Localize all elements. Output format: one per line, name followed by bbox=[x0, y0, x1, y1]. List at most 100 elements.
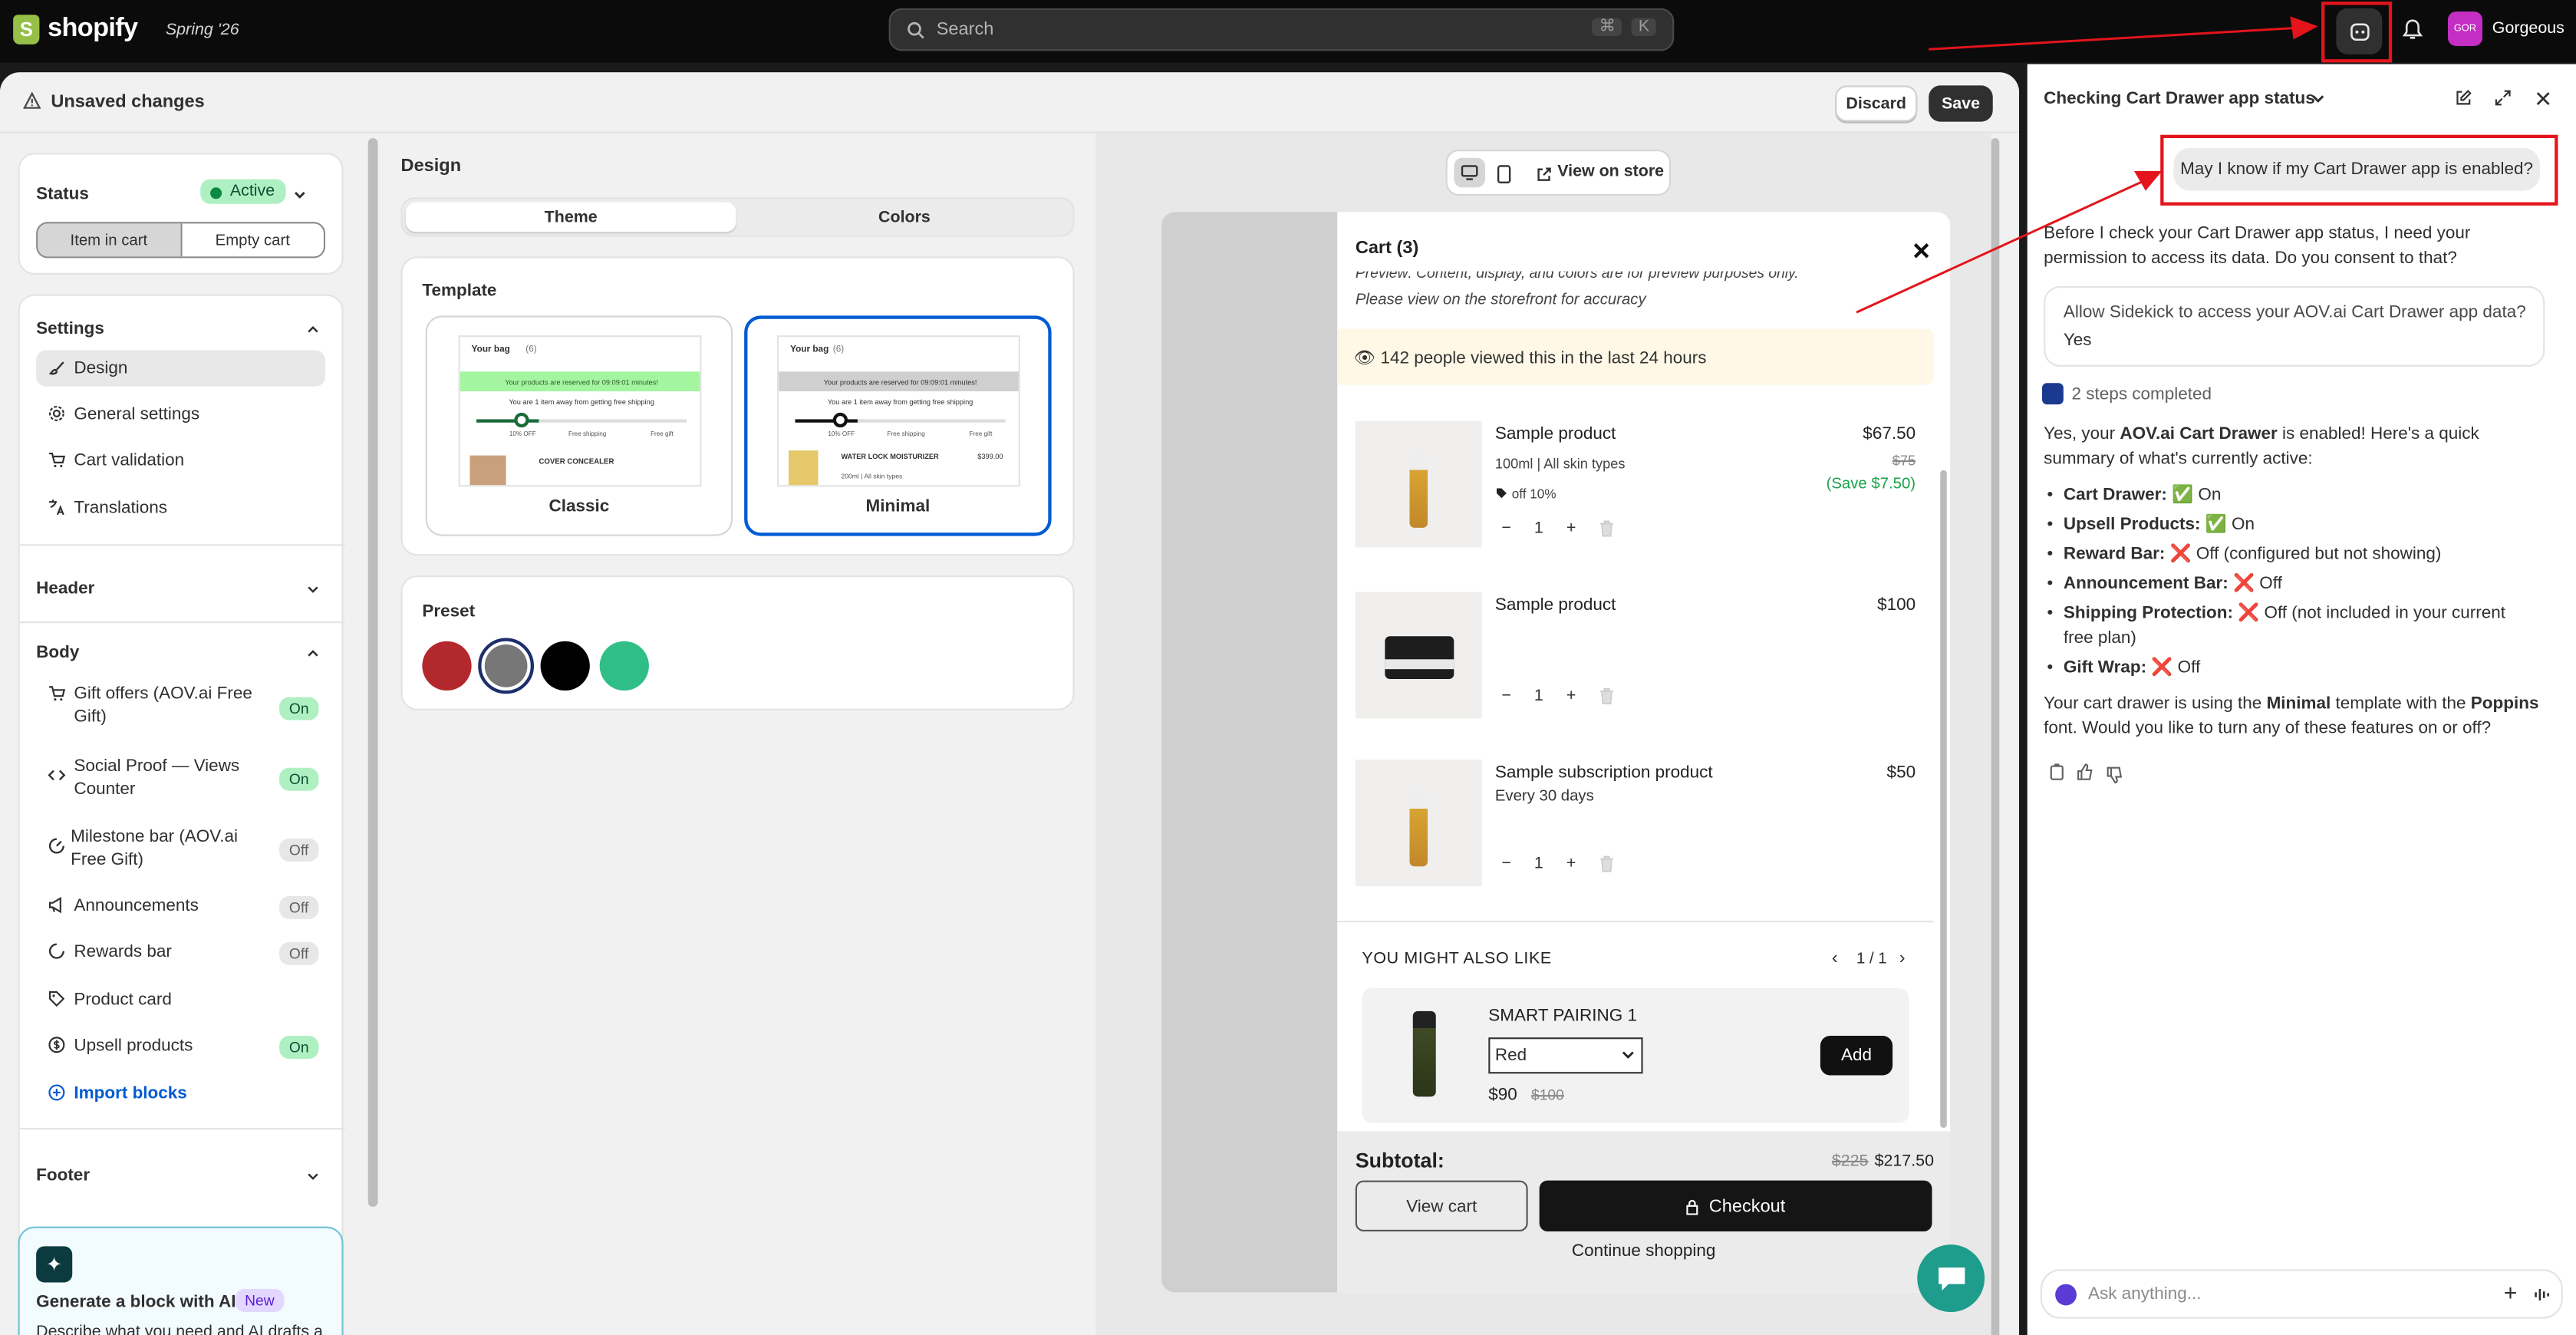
upsell-add-button[interactable]: Add bbox=[1820, 1036, 1893, 1076]
decrease-button[interactable]: − bbox=[1501, 519, 1511, 538]
desktop-view-button[interactable] bbox=[1454, 157, 1486, 188]
thumbs-down-icon[interactable] bbox=[2107, 766, 2125, 785]
body-item-product-card[interactable]: Product card bbox=[74, 990, 171, 1010]
copy-icon[interactable] bbox=[2049, 763, 2065, 781]
increase-button[interactable]: + bbox=[1566, 519, 1576, 538]
trash-icon[interactable] bbox=[1599, 519, 1615, 538]
save-button[interactable]: Save bbox=[1929, 85, 1993, 122]
preset-swatch[interactable] bbox=[422, 641, 472, 691]
store-switcher[interactable]: GOR Gorgeous bbox=[2447, 12, 2564, 47]
chevron-down-icon[interactable] bbox=[305, 582, 320, 597]
body-item-upsell-products[interactable]: Upsell products bbox=[74, 1036, 193, 1056]
left-scrollbar[interactable] bbox=[367, 138, 378, 1207]
thumb-reserved-bar: Your products are reserved for 09:09:01 … bbox=[779, 371, 1019, 392]
decrease-button[interactable]: − bbox=[1501, 855, 1511, 873]
status-card: Status Active Item in cart Empty cart bbox=[18, 153, 344, 275]
shopify-logo[interactable]: shopify Spring '26 bbox=[13, 15, 239, 44]
chevron-up-icon[interactable] bbox=[305, 646, 320, 661]
body-item-gift-offers[interactable]: Gift offers (AOV.ai Free Gift) bbox=[74, 682, 262, 728]
discard-button[interactable]: Discard bbox=[1835, 85, 1918, 122]
preset-swatch[interactable] bbox=[599, 641, 649, 691]
summary-text: Yes, your bbox=[2044, 424, 2120, 444]
settings-item-general[interactable]: General settings bbox=[74, 404, 199, 424]
decrease-button[interactable]: − bbox=[1501, 687, 1511, 706]
bell-icon[interactable] bbox=[2402, 18, 2423, 41]
annotation-box-message bbox=[2160, 134, 2558, 206]
sidekick-title[interactable]: Checking Cart Drawer app status bbox=[2044, 89, 2315, 109]
thumb-bag-count: (6) bbox=[832, 345, 845, 355]
permission-answer: Yes bbox=[2063, 330, 2092, 351]
thumb-product-variant: 200ml | All skin types bbox=[841, 472, 903, 480]
preset-swatch-selected[interactable] bbox=[478, 638, 535, 694]
ask-input[interactable]: Ask anything... + bbox=[2040, 1269, 2563, 1319]
quantity-stepper[interactable]: − 1 + bbox=[1501, 855, 1615, 873]
template-classic[interactable]: Your bag (6) Your products are reserved … bbox=[425, 315, 733, 536]
chevron-down-icon[interactable] bbox=[292, 187, 307, 202]
upsell-next-icon[interactable]: › bbox=[1899, 948, 1906, 968]
upsell-prev-icon[interactable]: ‹ bbox=[1832, 948, 1838, 968]
trash-icon[interactable] bbox=[1599, 855, 1615, 873]
chat-bubble-button[interactable] bbox=[1917, 1244, 1985, 1313]
increase-button[interactable]: + bbox=[1566, 855, 1576, 873]
header-section-title[interactable]: Header bbox=[36, 578, 94, 598]
close-icon[interactable] bbox=[2535, 91, 2551, 107]
closing-paragraph: Your cart drawer is using the Minimal te… bbox=[2044, 692, 2553, 741]
status-bullet: Gift Wrap: ❌ Off bbox=[2047, 656, 2540, 681]
chevron-down-icon[interactable] bbox=[2311, 94, 2324, 105]
body-item-announcements[interactable]: Announcements bbox=[74, 896, 199, 916]
rewards-icon bbox=[48, 943, 64, 959]
sparkle-icon: ✦ bbox=[36, 1246, 73, 1283]
preset-swatch[interactable] bbox=[540, 641, 590, 691]
ai-block-card[interactable]: ✦ Generate a block with AI New Describe … bbox=[18, 1226, 344, 1335]
ask-placeholder: Ask anything... bbox=[2087, 1284, 2202, 1304]
product-image bbox=[1355, 760, 1482, 887]
store-name: Gorgeous bbox=[2492, 19, 2564, 38]
toggle-empty-cart[interactable]: Empty cart bbox=[181, 223, 324, 257]
quantity-stepper[interactable]: − 1 + bbox=[1501, 519, 1615, 538]
trash-icon[interactable] bbox=[1599, 687, 1615, 706]
increase-button[interactable]: + bbox=[1566, 687, 1576, 706]
discount-tag-icon bbox=[1496, 488, 1507, 499]
thumb-bag-title: Your bag bbox=[790, 345, 829, 355]
chevron-down-icon[interactable] bbox=[305, 1169, 320, 1184]
body-item-milestone-bar[interactable]: Milestone bar (AOV.ai Free Gift) bbox=[71, 826, 268, 872]
mobile-icon[interactable] bbox=[1497, 164, 1511, 184]
minimal-thumbnail: Your bag (6) Your products are reserved … bbox=[776, 335, 1020, 487]
thumbs-up-icon[interactable] bbox=[2077, 763, 2095, 781]
body-item-rewards-bar[interactable]: Rewards bar bbox=[74, 942, 171, 962]
thumb-progress bbox=[476, 419, 687, 423]
cart-item-compare-price: $75 bbox=[1892, 452, 1916, 469]
thumb-step: Free gift bbox=[969, 430, 993, 438]
new-chat-icon[interactable] bbox=[2455, 89, 2473, 107]
cart-scrollbar[interactable] bbox=[1940, 470, 1947, 1129]
voice-icon[interactable] bbox=[2533, 1286, 2551, 1304]
close-cart-icon[interactable] bbox=[1912, 242, 1931, 260]
continue-shopping-link[interactable]: Continue shopping bbox=[1337, 1241, 1950, 1261]
view-cart-button[interactable]: View cart bbox=[1355, 1180, 1528, 1232]
checkout-button[interactable]: Checkout bbox=[1539, 1180, 1932, 1232]
settings-item-cart-validation[interactable]: Cart validation bbox=[74, 450, 184, 470]
body-item-social-proof[interactable]: Social Proof — Views Counter bbox=[74, 755, 262, 801]
import-blocks-link[interactable]: Import blocks bbox=[74, 1083, 186, 1103]
settings-item-translations[interactable]: Translations bbox=[74, 498, 167, 518]
steps-completed[interactable]: 2 steps completed bbox=[2072, 384, 2212, 404]
chevron-up-icon[interactable] bbox=[305, 322, 320, 337]
upsell-card: SMART PAIRING 1 Red $90 $100 Add bbox=[1362, 987, 1909, 1123]
view-on-store-link[interactable]: View on store bbox=[1557, 163, 1664, 181]
template-minimal[interactable]: Your bag (6) Your products are reserved … bbox=[744, 315, 1052, 536]
tab-theme[interactable]: Theme bbox=[405, 202, 736, 232]
quantity-stepper[interactable]: − 1 + bbox=[1501, 687, 1615, 706]
cart-state-toggle: Item in cart Empty cart bbox=[36, 222, 326, 259]
upsell-variant-value: Red bbox=[1494, 1045, 1527, 1066]
footer-section-title[interactable]: Footer bbox=[36, 1165, 90, 1185]
summary-paragraph: Yes, your AOV.ai Cart Drawer is enabled!… bbox=[2044, 423, 2553, 472]
status-badge[interactable]: Active bbox=[200, 179, 287, 204]
expand-icon[interactable] bbox=[2494, 89, 2512, 107]
editor-scrollbar[interactable] bbox=[1991, 138, 2000, 1335]
toggle-item-in-cart[interactable]: Item in cart bbox=[38, 223, 182, 257]
upsell-variant-select[interactable]: Red bbox=[1488, 1037, 1643, 1074]
tab-colors[interactable]: Colors bbox=[740, 203, 1069, 232]
attach-plus-icon[interactable]: + bbox=[2504, 1279, 2518, 1305]
search-input[interactable]: Search ⌘ K bbox=[888, 8, 1675, 51]
settings-item-label: Design bbox=[74, 358, 128, 378]
